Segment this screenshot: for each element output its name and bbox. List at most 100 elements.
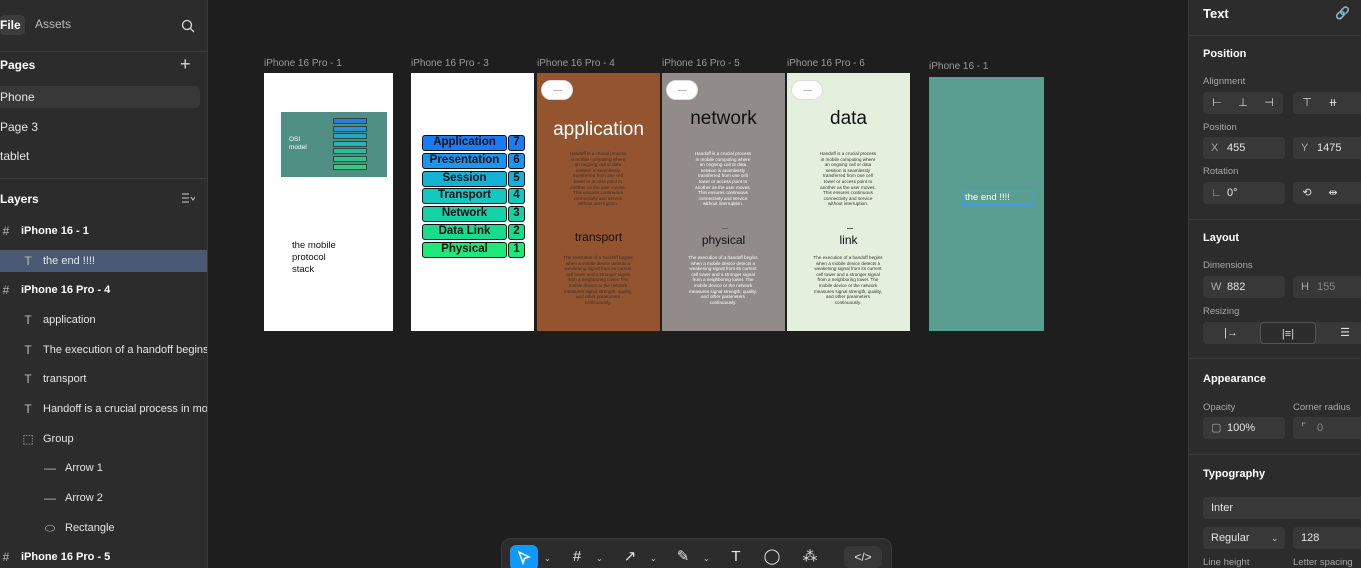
page-item-tablet[interactable]: tablet [0, 145, 200, 167]
frame-iphone-16-pro-6[interactable]: data Handoff is a crucial process in mobi… [787, 73, 910, 331]
code-icon: </> [854, 550, 872, 564]
chevron-down-icon[interactable]: ⌄ [596, 554, 603, 563]
frame-title: data [830, 108, 867, 129]
y-position-field[interactable]: Y 1475 [1293, 137, 1361, 159]
frame-iphone-16-pro-3[interactable]: Application 7 Presentation 6 Session 5 Transpo… [411, 73, 534, 331]
layer-arrow-2[interactable]: — Arrow 2 [0, 487, 207, 509]
layer-rectangle[interactable]: ⬭ Rectangle [0, 517, 207, 539]
layer-text-the-end[interactable]: T the end !!!! [0, 250, 207, 272]
height-field[interactable]: H 155 [1293, 276, 1361, 298]
properties-panel: Text 🔗 Position Alignment ⊢ ⊥ ⊣ ⊤ ⧺ Posi… [1188, 0, 1361, 568]
font-family-select[interactable]: Inter [1203, 497, 1361, 519]
dev-mode-button[interactable]: </> [844, 546, 882, 568]
layer-frame-iphone-16-1[interactable]: # iPhone 16 - 1 [0, 220, 207, 242]
frame-label[interactable]: iPhone 16 Pro - 5 [662, 58, 740, 69]
layer-text-execution[interactable]: T The execution of a handoff begins [0, 339, 207, 361]
figma-app: File Assets Pages + Phone Page 3 tablet … [0, 0, 1361, 568]
mini-osi-stack [333, 118, 367, 173]
chevron-down-icon[interactable]: ⌄ [650, 554, 657, 563]
frame-label[interactable]: iPhone 16 Pro - 1 [264, 58, 342, 69]
vertical-align-group: ⊤ ⧺ [1293, 92, 1361, 114]
auto-width-icon[interactable]: |≡| [1260, 322, 1316, 344]
align-middle-icon[interactable]: ⧺ [1323, 92, 1343, 114]
align-right-icon[interactable]: ⊣ [1259, 92, 1279, 114]
link-icon[interactable]: 🔗 [1335, 6, 1350, 20]
frame-label[interactable]: iPhone 16 Pro - 4 [537, 58, 615, 69]
fixed-width-icon[interactable]: |→ [1203, 322, 1259, 344]
tab-file[interactable]: File [0, 15, 25, 35]
h-prefix: H [1301, 281, 1309, 293]
layer-frame-iphone-16-pro-4[interactable]: # iPhone 16 Pro - 4 [0, 279, 207, 301]
align-center-icon[interactable]: ⊥ [1233, 92, 1253, 114]
frame-subtitle: link [839, 233, 858, 247]
add-page-icon[interactable]: + [180, 55, 191, 73]
layer-label: Arrow 1 [65, 462, 103, 474]
mini-osi-row [333, 133, 367, 140]
osi-layer-number: 4 [508, 188, 525, 205]
frame-label[interactable]: iPhone 16 Pro - 3 [411, 58, 489, 69]
text-tool-button[interactable]: T [725, 546, 747, 568]
panel-divider [1189, 454, 1361, 455]
rotate-icon[interactable]: ⟲ [1297, 182, 1317, 204]
y-value: 1475 [1317, 142, 1342, 154]
comment-tool-button[interactable]: ◯ [761, 546, 783, 568]
tab-assets[interactable]: Assets [35, 17, 71, 31]
frame-title: application [553, 119, 644, 140]
corner-radius-icon: ⌜ [1301, 422, 1307, 434]
auto-height-icon[interactable]: ☰ [1317, 322, 1361, 344]
position-heading: Position [1203, 48, 1247, 60]
design-canvas[interactable]: iPhone 16 Pro - 1 OSI model the mobile p… [208, 0, 1188, 568]
osi-layer-number: 6 [508, 152, 525, 169]
align-top-icon[interactable]: ⊤ [1297, 92, 1317, 114]
layer-frame-iphone-16-pro-5[interactable]: # iPhone 16 Pro - 5 [0, 546, 207, 568]
font-weight-select[interactable]: Regular ⌄ [1203, 527, 1285, 549]
opacity-icon: ▢ [1211, 422, 1222, 434]
layer-label: the end !!!! [43, 255, 95, 267]
width-field[interactable]: W 882 [1203, 276, 1285, 298]
layer-text-transport[interactable]: T transport [0, 368, 207, 390]
chevron-down-icon[interactable]: ⌄ [703, 554, 710, 563]
frame-tool-button[interactable]: # [566, 546, 588, 568]
opacity-field[interactable]: ▢ 100% [1203, 417, 1285, 439]
h-value: 155 [1317, 281, 1336, 293]
execution-paragraph: The execution of a handoff begins when a … [795, 255, 901, 305]
layers-sort-icon[interactable] [181, 192, 195, 204]
arrow-icon: — [44, 491, 56, 505]
line-height-label: Line height [1203, 557, 1250, 568]
page-item-page-3[interactable]: Page 3 [0, 116, 200, 138]
frame-iphone-16-1[interactable]: the end !!!! [929, 77, 1044, 331]
page-item-phone[interactable]: Phone [0, 86, 200, 108]
position-label: Position [1203, 122, 1237, 133]
layout-heading: Layout [1203, 232, 1240, 244]
move-tool-button[interactable] [510, 545, 538, 568]
chevron-down-icon[interactable]: ⌄ [544, 554, 551, 563]
layer-arrow-1[interactable]: — Arrow 1 [0, 457, 207, 479]
x-position-field[interactable]: X 455 [1203, 137, 1285, 159]
layer-group[interactable]: ⬚ Group [0, 428, 207, 450]
rotation-field[interactable]: ∟ 0° [1203, 182, 1285, 204]
arrow-tool-button[interactable]: ↗ [619, 546, 641, 568]
layer-text-application[interactable]: T application [0, 309, 207, 331]
panel-divider [1189, 358, 1361, 359]
text-icon: T [24, 313, 32, 327]
frame-label[interactable]: iPhone 16 Pro - 6 [787, 58, 865, 69]
layer-label: iPhone 16 Pro - 5 [21, 551, 111, 563]
frame-iphone-16-pro-4[interactable]: application Handoff is a crucial process… [537, 73, 660, 331]
frame-iphone-16-pro-1[interactable]: OSI model the mobile protocol stack [264, 73, 393, 331]
search-icon[interactable] [181, 19, 195, 33]
layer-text-handoff[interactable]: T Handoff is a crucial process in mo [0, 398, 207, 420]
selected-text-the-end[interactable]: the end !!!! [962, 191, 1034, 205]
align-left-icon[interactable]: ⊢ [1207, 92, 1227, 114]
thumbnail-title-line: model [289, 144, 307, 151]
font-size-field[interactable]: 128 [1293, 527, 1361, 549]
osi-layer-number: 5 [508, 170, 525, 187]
corner-radius-field[interactable]: ⌜ 0 [1293, 417, 1361, 439]
flip-horizontal-icon[interactable]: ⇹ [1323, 182, 1343, 204]
pen-tool-button[interactable]: ✎ [672, 546, 694, 568]
appearance-heading: Appearance [1203, 373, 1266, 385]
actions-button[interactable]: ⁂ [799, 546, 821, 568]
frame-label[interactable]: iPhone 16 - 1 [929, 61, 989, 72]
x-value: 455 [1227, 142, 1246, 154]
frame-iphone-16-pro-5[interactable]: network Handoff is a crucial process in m… [662, 73, 785, 331]
layer-label: Rectangle [65, 522, 115, 534]
